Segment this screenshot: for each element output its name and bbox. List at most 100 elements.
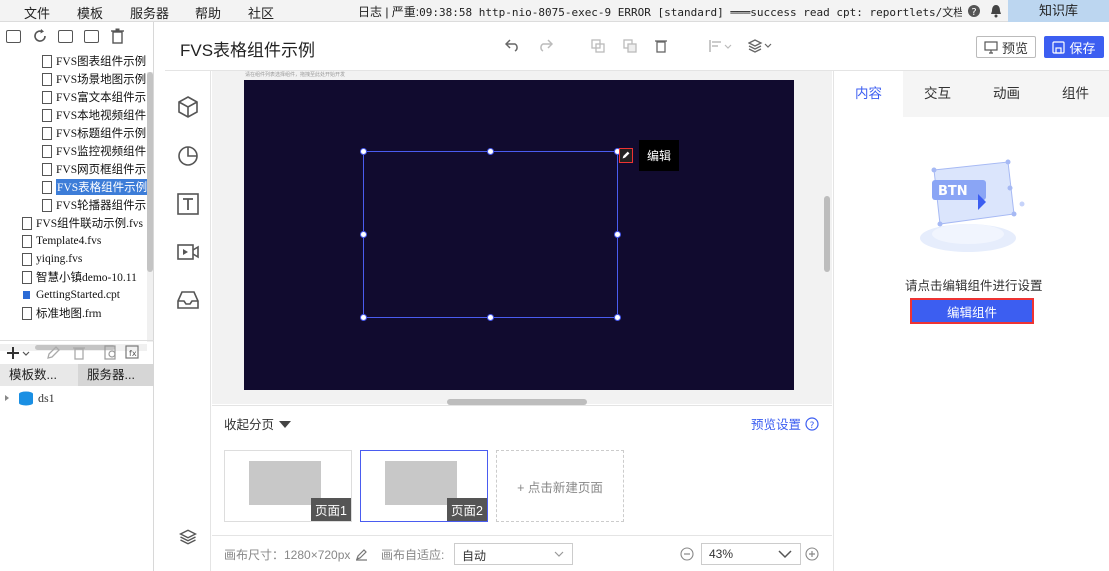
tree-item[interactable]: FVS标题组件示例 [42,124,146,142]
bell-icon[interactable] [989,4,1003,18]
datasource-item[interactable]: ds1 [0,388,154,408]
settings-icon[interactable] [84,30,99,43]
align-icon[interactable] [708,39,732,53]
layer-icon[interactable] [748,38,772,53]
knowledge-base-button[interactable]: 知识库 [1008,0,1109,22]
tree-item-selected[interactable]: FVS表格组件示例 [42,178,147,196]
delete-icon[interactable] [72,345,86,360]
file-icon [22,234,32,248]
canvas-vertical-scrollbar[interactable] [824,196,830,272]
help-icon[interactable]: ? [967,4,981,18]
edit-size-icon[interactable] [355,548,368,561]
preview-data-icon[interactable] [103,345,118,360]
tab-content[interactable]: 内容 [834,71,903,117]
canvas-fit-label: 画布自适应: [381,548,445,562]
resize-handle-w[interactable] [360,231,367,238]
page-card-2-active[interactable]: 页面2 [360,450,488,522]
menu-file[interactable]: 文件 [24,3,50,22]
cpt-file-icon [22,288,32,302]
selected-table-component[interactable] [360,148,621,321]
file-icon [42,144,52,158]
tree-item[interactable]: GettingStarted.cpt [22,286,120,304]
resize-handle-se[interactable] [614,314,621,321]
tree-item[interactable]: FVS轮播器组件示 [42,196,146,214]
menu-template[interactable]: 模板 [77,3,103,22]
resize-handle-e[interactable] [614,231,621,238]
add-datasource-icon[interactable] [6,346,30,360]
preview-label: 预览 [1001,40,1028,56]
tab-server-data[interactable]: 服务器... [78,364,154,386]
cube-icon[interactable] [176,95,200,119]
resize-handle-s[interactable] [487,314,494,321]
scrollbar-thumb[interactable] [147,72,153,272]
edit-pen-icon[interactable] [619,148,633,163]
datasource-toolbar: fx [0,340,154,364]
edit-component-button[interactable]: 编辑组件 [910,298,1034,324]
delete-icon[interactable] [110,28,125,44]
redo-icon[interactable] [537,38,553,52]
chart-pie-icon[interactable] [176,143,200,167]
file-icon [42,90,52,104]
tab-template-data[interactable]: 模板数... [0,364,77,386]
tab-component[interactable]: 组件 [1041,71,1109,117]
tree-item[interactable]: 智慧小镇demo-10.11 [22,268,137,286]
svg-text:fx: fx [129,349,137,358]
canvas-fit-select[interactable]: 自动 [454,543,573,565]
save-button[interactable]: 保存 [1044,36,1104,58]
menu-help[interactable]: 帮助 [195,3,221,22]
page-card-1[interactable]: 页面1 [224,450,352,522]
tree-vertical-scrollbar[interactable] [147,72,153,342]
datasource-label: ds1 [38,390,55,405]
datasource-tabs: 模板数... 服务器... [0,364,154,386]
tree-item[interactable]: FVS监控视频组件 [42,142,146,160]
zoom-value: 43% [709,547,734,561]
copy-icon[interactable] [591,39,605,53]
file-icon [42,162,52,176]
preview-settings-label: 预览设置 [751,418,802,432]
save-label: 保存 [1069,40,1096,56]
undo-icon[interactable] [505,38,521,52]
menu-server[interactable]: 服务器 [130,3,169,22]
tree-item[interactable]: yiqing.fvs [22,250,82,268]
tree-item[interactable]: FVS本地视频组件 [42,106,146,124]
preview-settings-link[interactable]: 预览设置? [751,414,819,433]
canvas-size-text: 画布尺寸：1280×720px [224,548,351,562]
template-icon[interactable] [58,30,73,43]
text-icon[interactable] [176,192,200,216]
file-icon [22,216,32,230]
delete-icon[interactable] [654,38,668,53]
preview-button[interactable]: 预览 [976,36,1036,58]
save-icon [1052,40,1066,54]
tree-item[interactable]: FVS组件联动示例.fvs [22,214,143,232]
file-tree: FVS图表组件示例 FVS场景地图示例 FVS富文本组件示 FVS本地视频组件 … [0,50,147,342]
zoom-out-icon[interactable] [680,547,694,561]
menu-community[interactable]: 社区 [248,3,274,22]
log-status[interactable]: 日志 | 严重:09:38:58 http-nio-8075-exec-9 ER… [358,3,962,20]
file-icon [22,270,32,284]
tree-item[interactable]: FVS网页框组件示 [42,160,146,178]
zoom-select[interactable]: 43% [701,543,801,565]
video-icon[interactable] [176,240,200,264]
tree-item[interactable]: FVS富文本组件示 [42,88,146,106]
svg-text:?: ? [971,7,976,18]
database-icon [5,391,33,406]
resize-handle-sw[interactable] [360,314,367,321]
tree-item[interactable]: FVS图表组件示例 [42,52,146,70]
tab-interaction[interactable]: 交互 [903,71,972,117]
new-folder-icon[interactable] [6,30,21,43]
new-page-button[interactable]: + 点击新建页面 [496,450,624,522]
layers-icon[interactable] [179,528,197,546]
inbox-icon[interactable] [176,288,200,312]
collapse-pages-toggle[interactable]: 收起分页 [224,414,292,433]
edit-icon[interactable] [46,345,61,360]
tree-item[interactable]: 标准地图.frm [22,304,101,322]
refresh-icon[interactable] [32,28,48,44]
server-data-icon[interactable]: fx [125,345,141,360]
tab-animation[interactable]: 动画 [972,71,1041,117]
paste-icon[interactable] [623,39,637,53]
resize-handle-n[interactable] [487,148,494,155]
tree-item[interactable]: FVS场景地图示例 [42,70,146,88]
resize-handle-nw[interactable] [360,148,367,155]
zoom-in-icon[interactable] [805,547,819,561]
tree-item[interactable]: Template4.fvs [22,232,101,250]
